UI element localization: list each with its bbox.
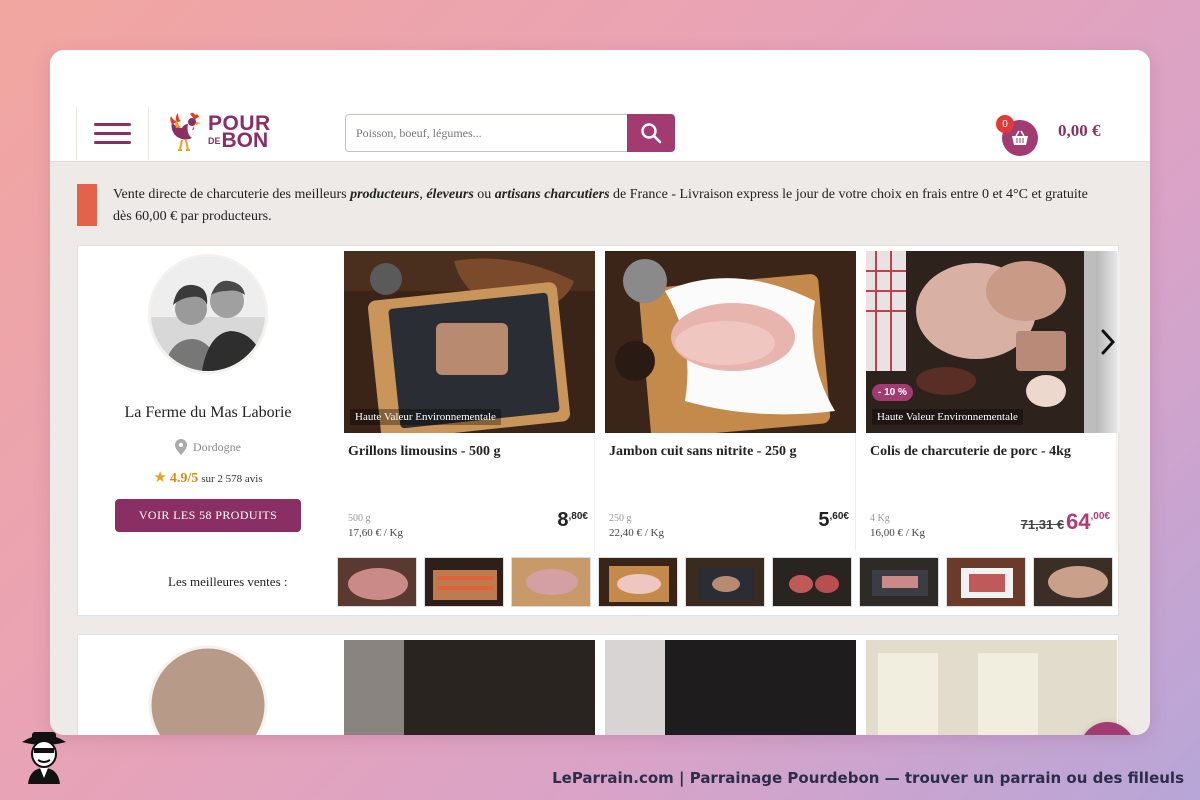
location-pin-icon (175, 439, 187, 455)
carousel-next-button[interactable] (1096, 251, 1120, 433)
product-price: 8,80€ (557, 509, 588, 531)
product-image[interactable]: Haute Valeur Environnementale (344, 251, 595, 433)
menu-line (94, 122, 131, 126)
search-bar (345, 114, 675, 152)
product-price-per-kg: 17,60 € / Kg (348, 527, 403, 539)
product-price: 71,31 €64,00€ (1020, 509, 1110, 534)
hve-label: Haute Valeur Environnementale (350, 409, 501, 425)
leparrain-mascot-icon (18, 728, 70, 784)
product-card[interactable]: Jambon cuit sans nitrite - 250 g 250 g 2… (605, 251, 856, 551)
hve-label: Haute Valeur Environnementale (872, 409, 1023, 425)
product-price-per-kg: 16,00 € / Kg (870, 527, 925, 539)
best-seller-thumbnail[interactable] (946, 557, 1026, 607)
see-products-button[interactable]: VOIR LES 58 PRODUITS (115, 499, 301, 532)
product-carousel: Haute Valeur Environnementale Grillons l… (344, 251, 1120, 551)
search-icon (641, 123, 662, 144)
producer-card (77, 634, 1119, 735)
best-seller-thumbnail[interactable] (337, 557, 417, 607)
product-price: 5,60€ (818, 509, 849, 531)
best-seller-thumbnail[interactable] (424, 557, 504, 607)
pourdebon-logo[interactable]: POUR DEBON (168, 108, 278, 156)
best-sellers-thumbnails (337, 557, 1113, 607)
search-button[interactable] (627, 114, 675, 152)
producer-location: Dordogne (78, 439, 338, 455)
basket-icon (1012, 130, 1028, 145)
cart[interactable]: 0 0,00 € (996, 114, 1101, 156)
product-weight: 4 Kg (870, 513, 890, 524)
hamburger-menu-button[interactable] (76, 106, 149, 160)
product-price-per-kg: 22,40 € / Kg (609, 527, 664, 539)
product-card[interactable]: Haute Valeur Environnementale Grillons l… (344, 251, 595, 551)
best-sellers-label: Les meilleures ventes : (168, 574, 288, 589)
producer-name[interactable]: La Ferme du Mas Laborie (78, 404, 338, 422)
best-seller-thumbnail[interactable] (685, 557, 765, 607)
intro-accent-bar (77, 184, 97, 226)
chevron-right-icon (1101, 329, 1115, 355)
cart-count-badge: 0 (996, 115, 1014, 133)
product-weight: 250 g (609, 513, 632, 524)
producer-info: La Ferme du Mas Laborie Dordogne ★ 4.9/5… (78, 246, 338, 617)
best-seller-thumbnail[interactable] (598, 557, 678, 607)
cart-total: 0,00 € (1058, 121, 1101, 140)
search-input[interactable] (345, 114, 627, 152)
product-card[interactable]: - 10 % Haute Valeur Environnementale Col… (866, 251, 1117, 551)
best-seller-thumbnail[interactable] (859, 557, 939, 607)
rating-reviews: sur 2 578 avis (201, 473, 263, 485)
site-header: POUR DEBON 0 0,00 € (50, 50, 1150, 162)
intro-text: Vente directe de charcuterie des meilleu… (113, 187, 1088, 224)
logo-line2: BON (221, 129, 269, 152)
cart-button[interactable]: 0 (996, 115, 1038, 156)
producer-avatar[interactable] (148, 254, 268, 374)
product-image[interactable] (605, 251, 856, 433)
footer-caption: LeParrain.com | Parrainage Pourdebon — t… (552, 769, 1184, 787)
product-title[interactable]: Grillons limousins - 500 g (348, 444, 500, 460)
logo-wordmark: POUR DEBON (208, 113, 271, 152)
rating-score: 4.9/5 (169, 471, 199, 486)
product-image[interactable]: - 10 % Haute Valeur Environnementale (866, 251, 1117, 433)
best-seller-thumbnail[interactable] (511, 557, 591, 607)
next-producer-preview (148, 640, 1117, 735)
menu-line (94, 140, 131, 144)
producer-rating[interactable]: ★ 4.9/5 sur 2 578 avis (78, 468, 338, 487)
browser-card: POUR DEBON 0 0,00 € (50, 50, 1150, 735)
rooster-icon (170, 112, 201, 151)
page-content: Vente directe de charcuterie des meilleu… (50, 162, 1150, 735)
product-title[interactable]: Colis de charcuterie de porc - 4kg (870, 444, 1071, 460)
product-title[interactable]: Jambon cuit sans nitrite - 250 g (609, 444, 796, 460)
best-seller-thumbnail[interactable] (1033, 557, 1113, 607)
discount-badge: - 10 % (872, 384, 913, 401)
producer-card: La Ferme du Mas Laborie Dordogne ★ 4.9/5… (77, 245, 1120, 617)
old-price: 71,31 € (1020, 517, 1065, 532)
star-icon: ★ (153, 470, 167, 486)
best-seller-thumbnail[interactable] (772, 557, 852, 607)
menu-line (94, 131, 131, 135)
intro-banner: Vente directe de charcuterie des meilleu… (77, 184, 1097, 228)
producer-location-text: Dordogne (193, 439, 241, 454)
logo-de: DE (208, 135, 221, 146)
product-weight: 500 g (348, 513, 371, 524)
